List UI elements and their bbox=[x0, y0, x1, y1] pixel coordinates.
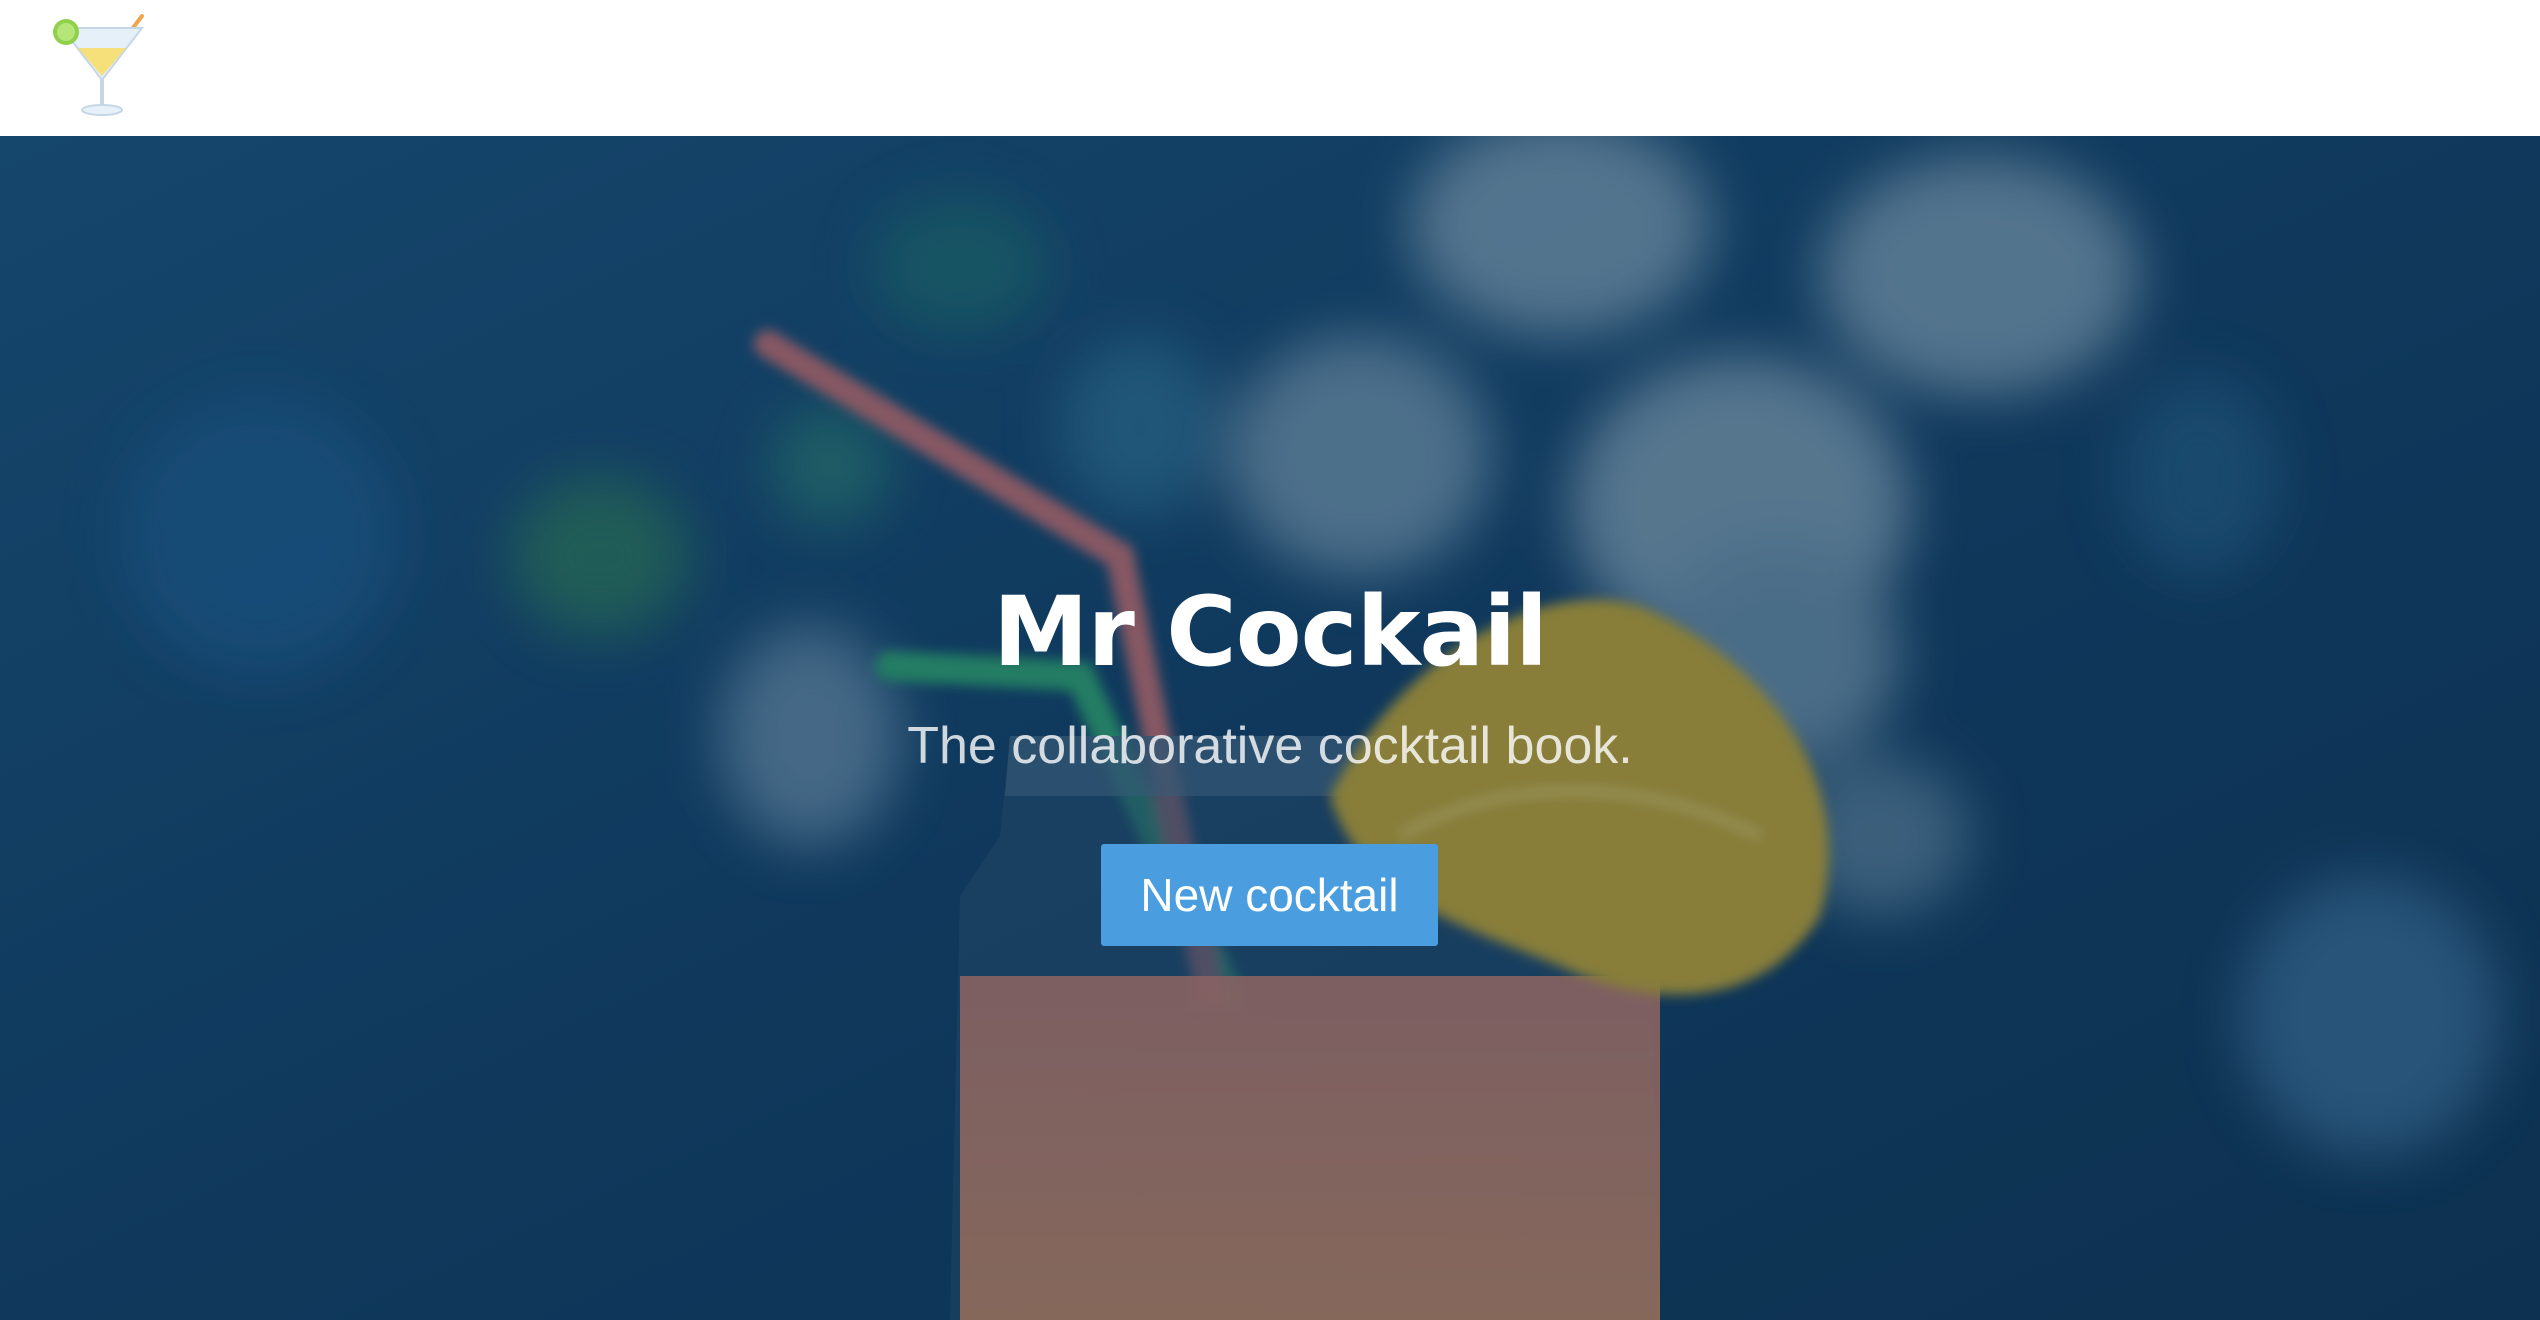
site-title: Mr Cockail bbox=[992, 576, 1548, 688]
hero-banner: Mr Cockail The collaborative cocktail bo… bbox=[0, 136, 2540, 1320]
cocktail-glass-icon[interactable] bbox=[50, 14, 150, 118]
new-cocktail-button[interactable]: New cocktail bbox=[1101, 844, 1438, 946]
hero-content: Mr Cockail The collaborative cocktail bo… bbox=[0, 136, 2540, 1320]
navbar bbox=[0, 0, 2540, 136]
site-tagline: The collaborative cocktail book. bbox=[907, 717, 1633, 775]
